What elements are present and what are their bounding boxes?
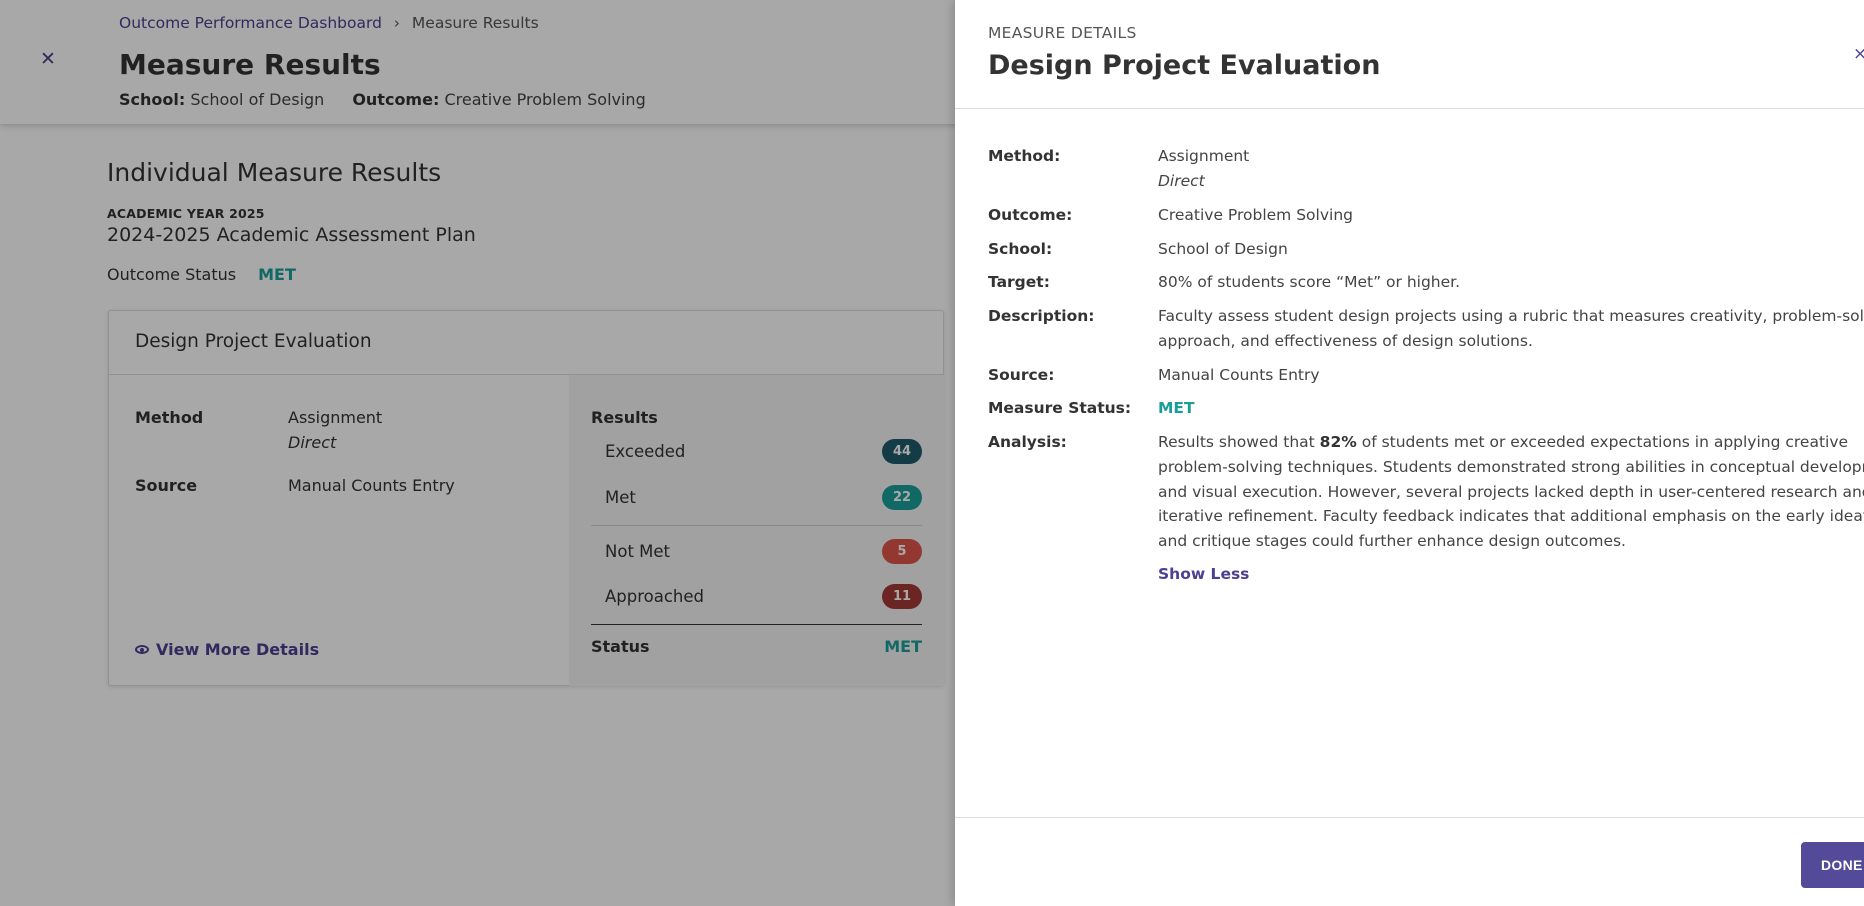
done-button[interactable]: DONE bbox=[1801, 842, 1864, 888]
analysis-line: problem-solving techniques. Students dem… bbox=[1158, 458, 1864, 476]
description-label: Description: bbox=[988, 307, 1095, 325]
show-less-link[interactable]: Show Less bbox=[1158, 565, 1249, 583]
analysis-prefix: Results showed that bbox=[1158, 433, 1315, 451]
outcome-value: Creative Problem Solving bbox=[1158, 206, 1353, 224]
measure-status-label: Measure Status: bbox=[988, 399, 1132, 417]
analysis-line: and critique stages could further enhanc… bbox=[1158, 532, 1626, 550]
analysis-rest: of students met or exceeded expectations… bbox=[1361, 433, 1849, 451]
drawer-title: Design Project Evaluation bbox=[988, 50, 1381, 81]
analysis-line: iterative refinement. Faculty feedback i… bbox=[1158, 507, 1864, 525]
analysis-line: and visual execution. However, several p… bbox=[1158, 483, 1864, 501]
analysis-line: Results showed that 82% of students met … bbox=[1158, 430, 1848, 455]
close-icon[interactable]: × bbox=[1853, 44, 1864, 64]
analysis-label: Analysis: bbox=[988, 433, 1067, 451]
school-label: School: bbox=[988, 240, 1053, 258]
source-label: Source: bbox=[988, 366, 1055, 384]
target-label: Target: bbox=[988, 273, 1050, 291]
drawer-header-divider bbox=[955, 108, 1864, 109]
outcome-label: Outcome: bbox=[988, 206, 1073, 224]
school-value: School of Design bbox=[1158, 240, 1288, 258]
description-line: Faculty assess student design projects u… bbox=[1158, 307, 1864, 325]
drawer-eyebrow: MEASURE DETAILS bbox=[988, 24, 1137, 42]
target-value: 80% of students score “Met” or higher. bbox=[1158, 273, 1461, 291]
measure-details-drawer: MEASURE DETAILS Design Project Evaluatio… bbox=[955, 0, 1864, 906]
modal-backdrop[interactable] bbox=[0, 0, 955, 906]
drawer-footer-divider bbox=[955, 817, 1864, 818]
method-type: Direct bbox=[1158, 172, 1205, 190]
method-value: Assignment bbox=[1158, 147, 1250, 165]
method-label: Method: bbox=[988, 147, 1061, 165]
analysis-percent: 82% bbox=[1319, 433, 1357, 451]
measure-status-value: MET bbox=[1158, 399, 1195, 417]
source-value: Manual Counts Entry bbox=[1158, 366, 1320, 384]
description-line: approach, and effectiveness of design so… bbox=[1158, 332, 1533, 350]
